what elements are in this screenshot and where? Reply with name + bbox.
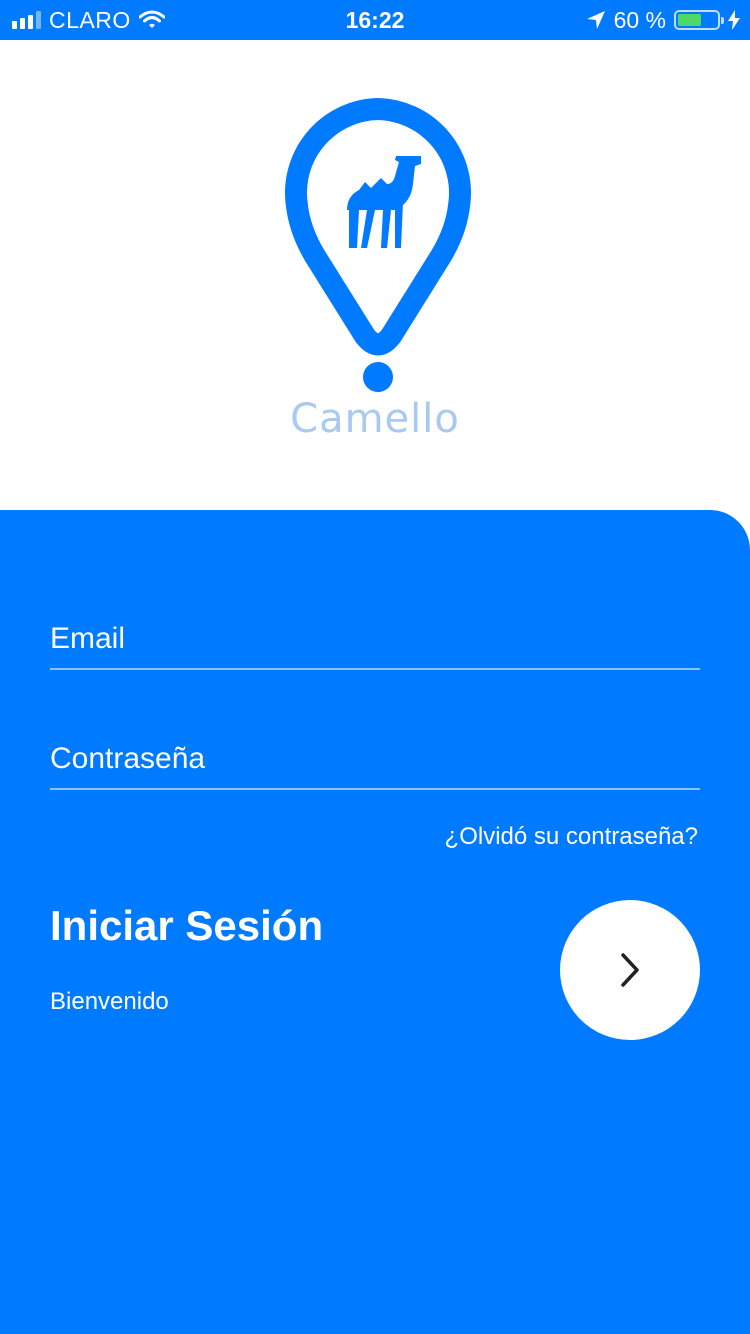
location-arrow-icon xyxy=(586,11,605,29)
battery-icon xyxy=(674,10,724,30)
email-field xyxy=(50,610,700,670)
login-submit-button[interactable] xyxy=(560,900,700,1040)
login-screen: CLARO 16:22 60 % Camello Email ¿Olvidó s… xyxy=(0,0,750,1334)
status-bar: CLARO 16:22 60 % xyxy=(0,0,750,40)
password-field xyxy=(50,730,700,790)
forgot-password-link[interactable]: ¿Olvidó su contraseña? xyxy=(445,823,698,851)
charging-bolt-icon xyxy=(728,10,740,30)
camel-map-pin-icon xyxy=(285,98,471,392)
password-input[interactable] xyxy=(50,730,700,788)
brand-name: Camello xyxy=(290,396,460,442)
chevron-right-icon xyxy=(621,953,639,987)
welcome-subtitle: Bienvenido xyxy=(50,988,169,1015)
status-bar-right: 60 % xyxy=(586,0,740,40)
battery-cap xyxy=(721,17,724,24)
login-panel: ¿Olvidó su contraseña? Iniciar Sesión Bi… xyxy=(0,510,750,1334)
login-title: Iniciar Sesión xyxy=(50,902,324,949)
email-input[interactable] xyxy=(50,610,700,668)
battery-percent: 60 % xyxy=(613,6,666,33)
battery-level-fill xyxy=(678,14,701,26)
